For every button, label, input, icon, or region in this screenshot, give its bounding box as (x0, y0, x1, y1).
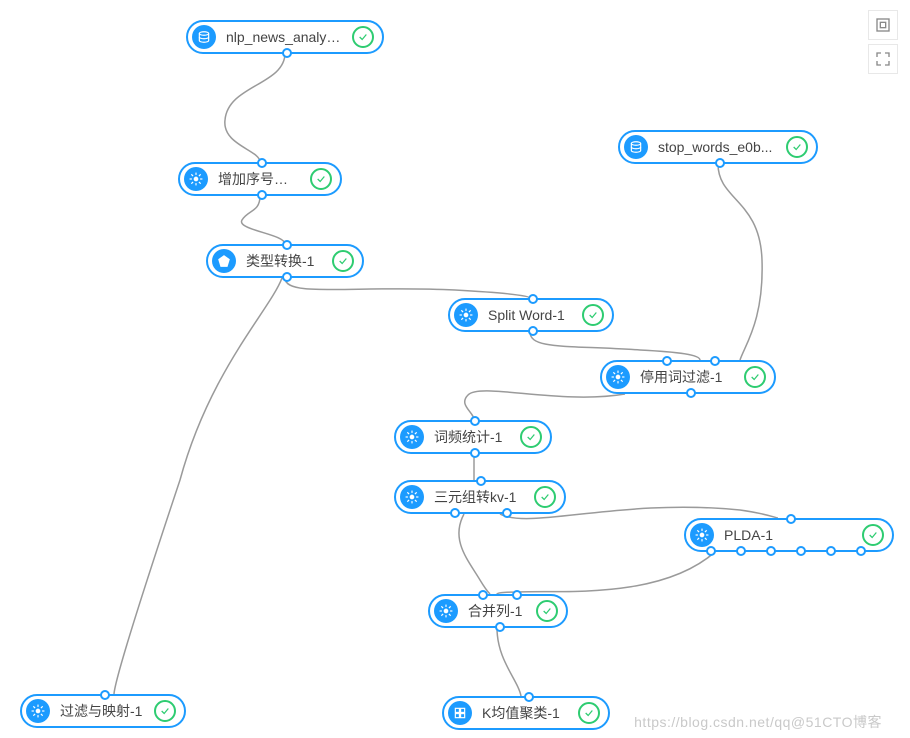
node-label: stop_words_e0b... (658, 139, 776, 155)
process-icon (400, 485, 424, 509)
input-port[interactable] (282, 240, 292, 250)
process-icon (690, 523, 714, 547)
status-success-icon (786, 136, 808, 158)
process-icon (400, 425, 424, 449)
node-stopword-filter[interactable]: 停用词过滤-1 (600, 360, 776, 394)
status-success-icon (862, 524, 884, 546)
output-port-3[interactable] (766, 546, 776, 556)
status-success-icon (534, 486, 556, 508)
output-port-2[interactable] (736, 546, 746, 556)
node-label: 停用词过滤-1 (640, 367, 734, 387)
output-port-4[interactable] (796, 546, 806, 556)
output-port[interactable] (450, 508, 460, 518)
node-merge-columns[interactable]: 合并列-1 (428, 594, 568, 628)
status-success-icon (310, 168, 332, 190)
output-port-5[interactable] (826, 546, 836, 556)
canvas-toolbar (868, 10, 900, 78)
node-nlp-news-analyzer[interactable]: nlp_news_analyz... (186, 20, 384, 54)
input-port[interactable] (528, 294, 538, 304)
node-label: 合并列-1 (468, 601, 526, 621)
status-success-icon (154, 700, 176, 722)
output-port-6[interactable] (856, 546, 866, 556)
input-port[interactable] (662, 356, 672, 366)
input-port[interactable] (100, 690, 110, 700)
output-port[interactable] (715, 158, 725, 168)
process-icon (184, 167, 208, 191)
dataset-icon (624, 135, 648, 159)
status-success-icon (520, 426, 542, 448)
node-word-frequency[interactable]: 词频统计-1 (394, 420, 552, 454)
output-port[interactable] (282, 272, 292, 282)
node-label: K均值聚类-1 (482, 703, 568, 723)
node-add-sequence-column[interactable]: 增加序号列-1 (178, 162, 342, 196)
node-filter-map[interactable]: 过滤与映射-1 (20, 694, 186, 728)
input-port[interactable] (478, 590, 488, 600)
node-label: 类型转换-1 (246, 251, 322, 271)
node-stop-words[interactable]: stop_words_e0b... (618, 130, 818, 164)
node-label: PLDA-1 (724, 527, 852, 543)
fullscreen-button[interactable] (868, 44, 898, 74)
output-port-1[interactable] (706, 546, 716, 556)
node-label: 过滤与映射-1 (60, 701, 144, 721)
output-port[interactable] (257, 190, 267, 200)
node-label: Split Word-1 (488, 307, 572, 323)
output-port[interactable] (528, 326, 538, 336)
node-triple-to-kv[interactable]: 三元组转kv-1 (394, 480, 566, 514)
node-kmeans[interactable]: K均值聚类-1 (442, 696, 610, 730)
process-icon (606, 365, 630, 389)
status-success-icon (332, 250, 354, 272)
input-port-2[interactable] (710, 356, 720, 366)
output-port[interactable] (686, 388, 696, 398)
status-success-icon (536, 600, 558, 622)
input-port[interactable] (524, 692, 534, 702)
process-icon (26, 699, 50, 723)
input-port[interactable] (786, 514, 796, 524)
transform-icon (212, 249, 236, 273)
workflow-canvas[interactable]: nlp_news_analyz... stop_words_e0b... 增加序… (0, 0, 910, 738)
output-port[interactable] (495, 622, 505, 632)
node-type-convert[interactable]: 类型转换-1 (206, 244, 364, 278)
dataset-icon (192, 25, 216, 49)
status-success-icon (744, 366, 766, 388)
fit-to-screen-button[interactable] (868, 10, 898, 40)
kmeans-icon (448, 701, 472, 725)
input-port[interactable] (470, 416, 480, 426)
node-label: 增加序号列-1 (218, 169, 300, 189)
status-success-icon (582, 304, 604, 326)
status-success-icon (352, 26, 374, 48)
input-port-2[interactable] (512, 590, 522, 600)
status-success-icon (578, 702, 600, 724)
node-label: 词频统计-1 (434, 427, 510, 447)
output-port[interactable] (470, 448, 480, 458)
output-port-2[interactable] (502, 508, 512, 518)
input-port[interactable] (476, 476, 486, 486)
node-split-word[interactable]: Split Word-1 (448, 298, 614, 332)
node-label: nlp_news_analyz... (226, 29, 342, 45)
node-plda[interactable]: PLDA-1 (684, 518, 894, 552)
output-port[interactable] (282, 48, 292, 58)
process-icon (434, 599, 458, 623)
node-label: 三元组转kv-1 (434, 487, 524, 507)
process-icon (454, 303, 478, 327)
input-port[interactable] (257, 158, 267, 168)
